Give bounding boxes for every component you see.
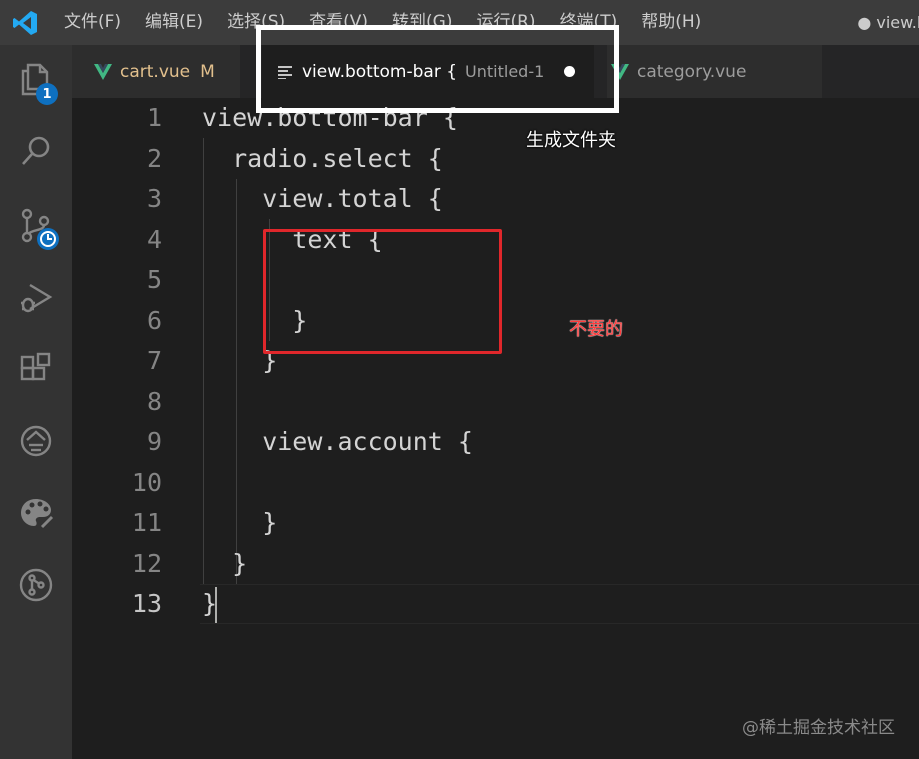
code-line: 10 [72, 463, 919, 504]
code-line: 12 } [72, 544, 919, 585]
vue-icon [94, 63, 112, 80]
line-number: 8 [146, 386, 162, 416]
code-text: } [202, 508, 278, 537]
line-number: 5 [146, 265, 162, 294]
activity-bar: 1 [0, 45, 72, 759]
modified-indicator: M [200, 61, 215, 82]
search-icon[interactable] [14, 129, 58, 173]
code-line: 2 radio.select { [72, 139, 919, 180]
annotation-box-red [263, 229, 502, 354]
annotation-generate-folder: 生成文件夹 [526, 130, 616, 151]
code-text: view.account { [202, 427, 473, 456]
menu-edit[interactable]: 编辑(E) [133, 0, 215, 45]
code-line: 11 } [72, 503, 919, 544]
explorer-badge: 1 [36, 83, 58, 105]
annotation-not-needed: 不要的 [569, 319, 623, 340]
line-number: 13 [131, 589, 162, 618]
code-line: 3 view.total { [72, 179, 919, 220]
remote-icon[interactable] [14, 419, 58, 463]
tab-cart-vue[interactable]: cart.vue M [72, 45, 240, 98]
watermark: @稀土掘金技术社区 [742, 718, 895, 738]
menu-file[interactable]: 文件(F) [50, 0, 133, 45]
menu-help[interactable]: 帮助(H) [629, 0, 713, 45]
window-title: ● view.b [857, 13, 919, 32]
text-cursor [215, 587, 217, 623]
line-number: 3 [146, 184, 162, 213]
line-number: 11 [131, 508, 162, 537]
code-line: 8 [72, 382, 919, 423]
line-number: 12 [131, 548, 162, 578]
line-number: 6 [146, 305, 162, 335]
annotation-box-white [256, 25, 619, 113]
code-text: } [202, 548, 248, 578]
code-line: 13 } [72, 584, 919, 625]
line-number: 10 [131, 467, 162, 497]
line-number: 7 [146, 346, 162, 375]
tab-label: cart.vue [120, 61, 191, 82]
extensions-icon[interactable] [14, 347, 58, 391]
line-number: 4 [146, 224, 162, 254]
code-line: 9 view.account { [72, 422, 919, 463]
run-debug-icon[interactable] [14, 275, 58, 319]
git-graph-icon[interactable] [14, 563, 58, 607]
code-text: radio.select { [202, 143, 443, 173]
code-text: view.total { [202, 184, 443, 213]
tab-label: category.vue [637, 61, 747, 82]
line-number: 1 [146, 103, 162, 132]
tab-category-vue[interactable]: category.vue [607, 45, 822, 98]
clock-icon [37, 228, 59, 250]
line-number: 9 [146, 427, 162, 456]
vscode-logo-icon [0, 0, 50, 45]
code-editor[interactable]: 1 view.bottom-bar { 2 radio.select { 3 v… [72, 98, 919, 759]
line-number: 2 [146, 143, 162, 173]
palette-icon[interactable] [14, 491, 58, 535]
